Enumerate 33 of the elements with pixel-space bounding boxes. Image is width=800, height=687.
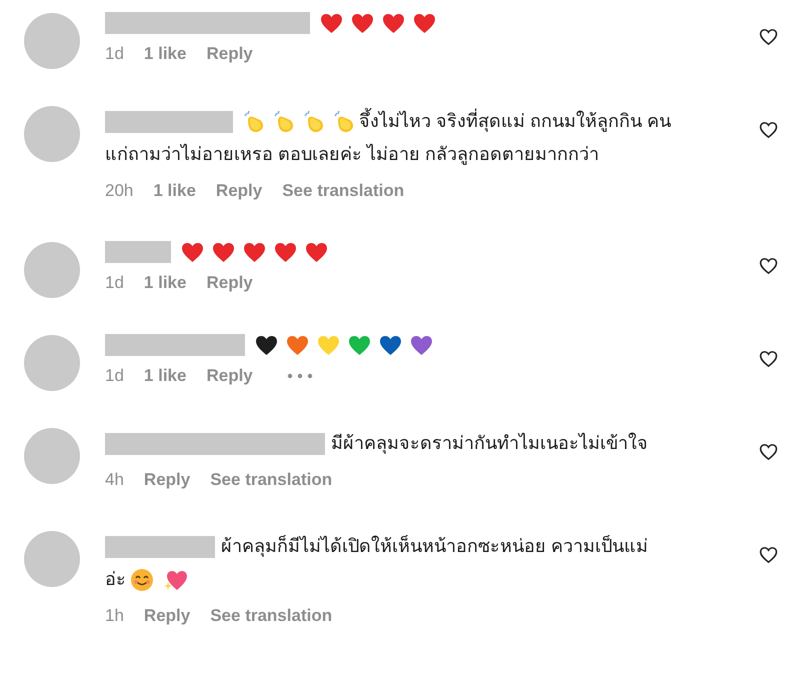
like-heart-icon[interactable] (759, 28, 778, 46)
smiling-face-icon (130, 568, 154, 592)
like-heart-icon[interactable] (759, 257, 778, 275)
more-options-icon[interactable] (286, 373, 313, 379)
reply-button[interactable]: Reply (144, 466, 190, 494)
comment-time: 20h (105, 180, 134, 202)
reply-button[interactable]: Reply (216, 177, 262, 205)
comment-text: ผ้าคลุมก็มีไม่ได้เปิดให้เห็นหน้าอกซะหน่อย ความเป็นแม่ (221, 534, 648, 559)
comment-text: อ่ะ (105, 568, 126, 591)
comment-time: 1d (105, 272, 124, 294)
like-heart-icon[interactable] (759, 546, 778, 564)
likes-count-link[interactable]: 1 like (153, 177, 196, 205)
comment-time: 1h (105, 605, 124, 627)
reply-button[interactable]: Reply (206, 40, 253, 68)
like-heart-icon[interactable] (759, 443, 778, 461)
likes-count-link[interactable]: 1 like (144, 40, 186, 68)
likes-count-link[interactable]: 1 like (144, 362, 186, 390)
reply-button[interactable]: Reply (144, 602, 190, 630)
comment-text: จึ้งไม่ไหว จริงที่สุดแม่ ถกนมให้ลูกกิน คน (359, 105, 672, 138)
see-translation-link[interactable]: See translation (210, 602, 332, 630)
reply-button[interactable]: Reply (206, 362, 253, 390)
comment-time: 1d (105, 365, 124, 387)
like-heart-icon[interactable] (759, 121, 778, 139)
comment-time: 4h (105, 469, 124, 491)
like-heart-icon[interactable] (759, 350, 778, 368)
reply-button[interactable]: Reply (206, 269, 253, 297)
comment-time: 1d (105, 43, 124, 65)
comment-text: แก่ถามว่าไม่อายเหรอ ตอบเลยค่ะ ไม่อาย กลัวลูกอดตายมากกว่า (105, 142, 600, 167)
likes-count-link[interactable]: 1 like (144, 269, 186, 297)
see-translation-link[interactable]: See translation (210, 466, 332, 494)
redacted-username (105, 241, 171, 263)
see-translation-link[interactable]: See translation (282, 177, 404, 205)
comment-text: มีผ้าคลุมจะดราม่ากันทำไมเนอะไม่เข้าใจ (331, 432, 648, 456)
